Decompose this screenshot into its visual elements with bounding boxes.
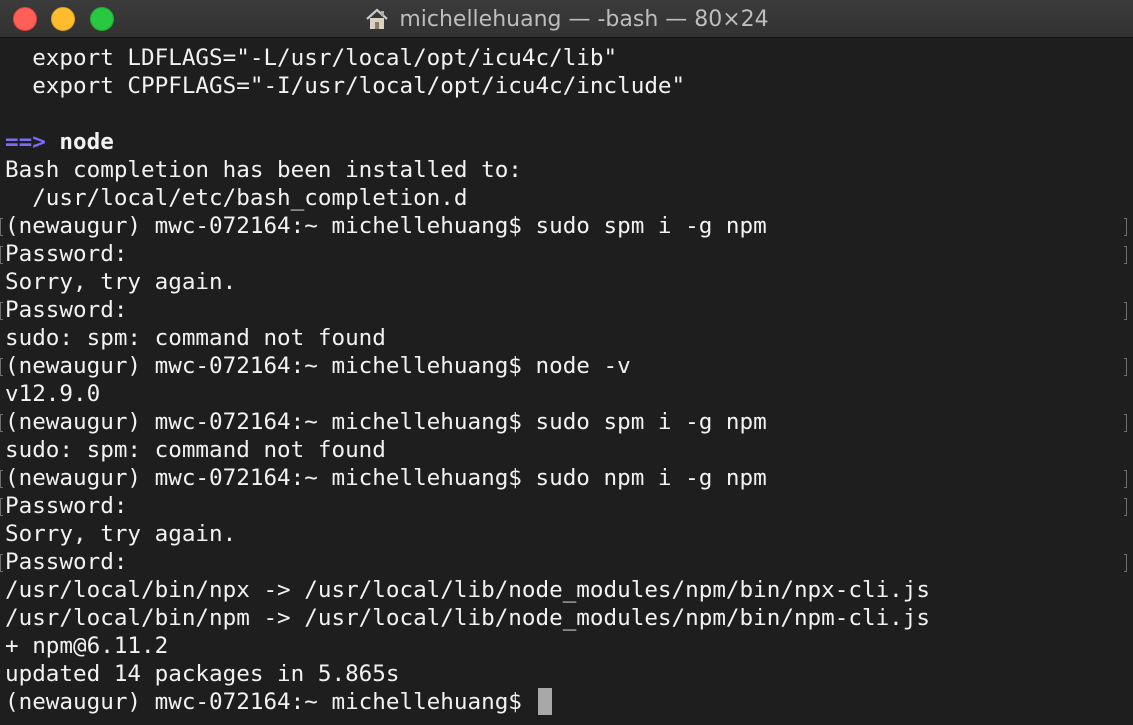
terminal-window: michellehuang — -bash — 80×24 export LDF… [0,0,1133,725]
terminal-line: export CPPFLAGS="-I/usr/local/opt/icu4c/… [0,72,1133,100]
terminal-line: /usr/local/bin/npm -> /usr/local/lib/nod… [0,604,1133,632]
terminal-line: v12.9.0 [0,380,1133,408]
terminal-line: /usr/local/etc/bash_completion.d [0,184,1133,212]
terminal-line: Password: [0,296,1133,324]
window-title-container: michellehuang — -bash — 80×24 [0,0,1133,38]
line-mark-right [1124,470,1127,488]
line-mark-right [1124,218,1127,236]
terminal-line: Password: [0,240,1133,268]
line-text: /usr/local/bin/npx -> /usr/local/lib/nod… [5,577,930,603]
line-text: Bash completion has been installed to: [5,157,522,183]
line-text: (newaugur) mwc-072164:~ michellehuang$ [5,689,536,715]
line-text: (newaugur) mwc-072164:~ michellehuang$ s… [5,465,767,491]
line-text: + npm@6.11.2 [5,633,169,659]
terminal-line: ==> node [0,128,1133,156]
line-text: updated 14 packages in 5.865s [5,661,400,687]
terminal-line: /usr/local/bin/npx -> /usr/local/lib/nod… [0,576,1133,604]
house-icon [366,8,389,29]
terminal-line: export LDFLAGS="-L/usr/local/opt/icu4c/l… [0,44,1133,72]
line-mark-right [1124,498,1127,516]
terminal-line: (newaugur) mwc-072164:~ michellehuang$ s… [0,408,1133,436]
line-text: export LDFLAGS="-L/usr/local/opt/icu4c/l… [5,45,618,71]
terminal-line: (newaugur) mwc-072164:~ michellehuang$ [0,688,1133,716]
line-text: sudo: spm: command not found [5,437,386,463]
terminal-line: Password: [0,548,1133,576]
terminal-line: Bash completion has been installed to: [0,156,1133,184]
line-text: sudo: spm: command not found [5,325,386,351]
section-arrow: ==> [5,129,46,155]
line-mark-right [1124,414,1127,432]
line-text: /usr/local/bin/npm -> /usr/local/lib/nod… [5,605,930,631]
line-text: /usr/local/etc/bash_completion.d [5,185,468,211]
terminal-line: (newaugur) mwc-072164:~ michellehuang$ n… [0,352,1133,380]
terminal-line: sudo: spm: command not found [0,436,1133,464]
terminal-line: + npm@6.11.2 [0,632,1133,660]
line-text: Password: [5,493,128,519]
line-mark-right [1124,246,1127,264]
line-text: v12.9.0 [5,381,101,407]
title-bar[interactable]: michellehuang — -bash — 80×24 [0,0,1133,38]
line-mark-left [0,358,3,376]
line-mark-left [0,302,3,320]
line-mark-left [0,498,3,516]
line-mark-left [0,554,3,572]
section-label: node [59,129,114,155]
terminal-line: Password: [0,492,1133,520]
terminal-line: sudo: spm: command not found [0,324,1133,352]
terminal-line: (newaugur) mwc-072164:~ michellehuang$ s… [0,464,1133,492]
line-text: Password: [5,549,128,575]
line-text: Password: [5,297,128,323]
line-mark-right [1124,302,1127,320]
text-cursor [537,688,552,715]
terminal-line: updated 14 packages in 5.865s [0,660,1133,688]
terminal-line: (newaugur) mwc-072164:~ michellehuang$ s… [0,212,1133,240]
line-mark-left [0,470,3,488]
line-text: (newaugur) mwc-072164:~ michellehuang$ s… [5,213,767,239]
terminal-output[interactable]: export LDFLAGS="-L/usr/local/opt/icu4c/l… [0,44,1133,725]
line-text: (newaugur) mwc-072164:~ michellehuang$ s… [5,409,767,435]
window-title: michellehuang — -bash — 80×24 [399,6,769,32]
line-mark-left [0,218,3,236]
line-text: (newaugur) mwc-072164:~ michellehuang$ n… [5,353,631,379]
line-mark-right [1124,554,1127,572]
line-text: export CPPFLAGS="-I/usr/local/opt/icu4c/… [5,73,686,99]
line-text: Sorry, try again. [5,521,237,547]
terminal-line: Sorry, try again. [0,520,1133,548]
line-text: Sorry, try again. [5,269,237,295]
line-mark-right [1124,358,1127,376]
line-text: Password: [5,241,128,267]
line-mark-left [0,246,3,264]
terminal-line: Sorry, try again. [0,268,1133,296]
line-mark-left [0,414,3,432]
